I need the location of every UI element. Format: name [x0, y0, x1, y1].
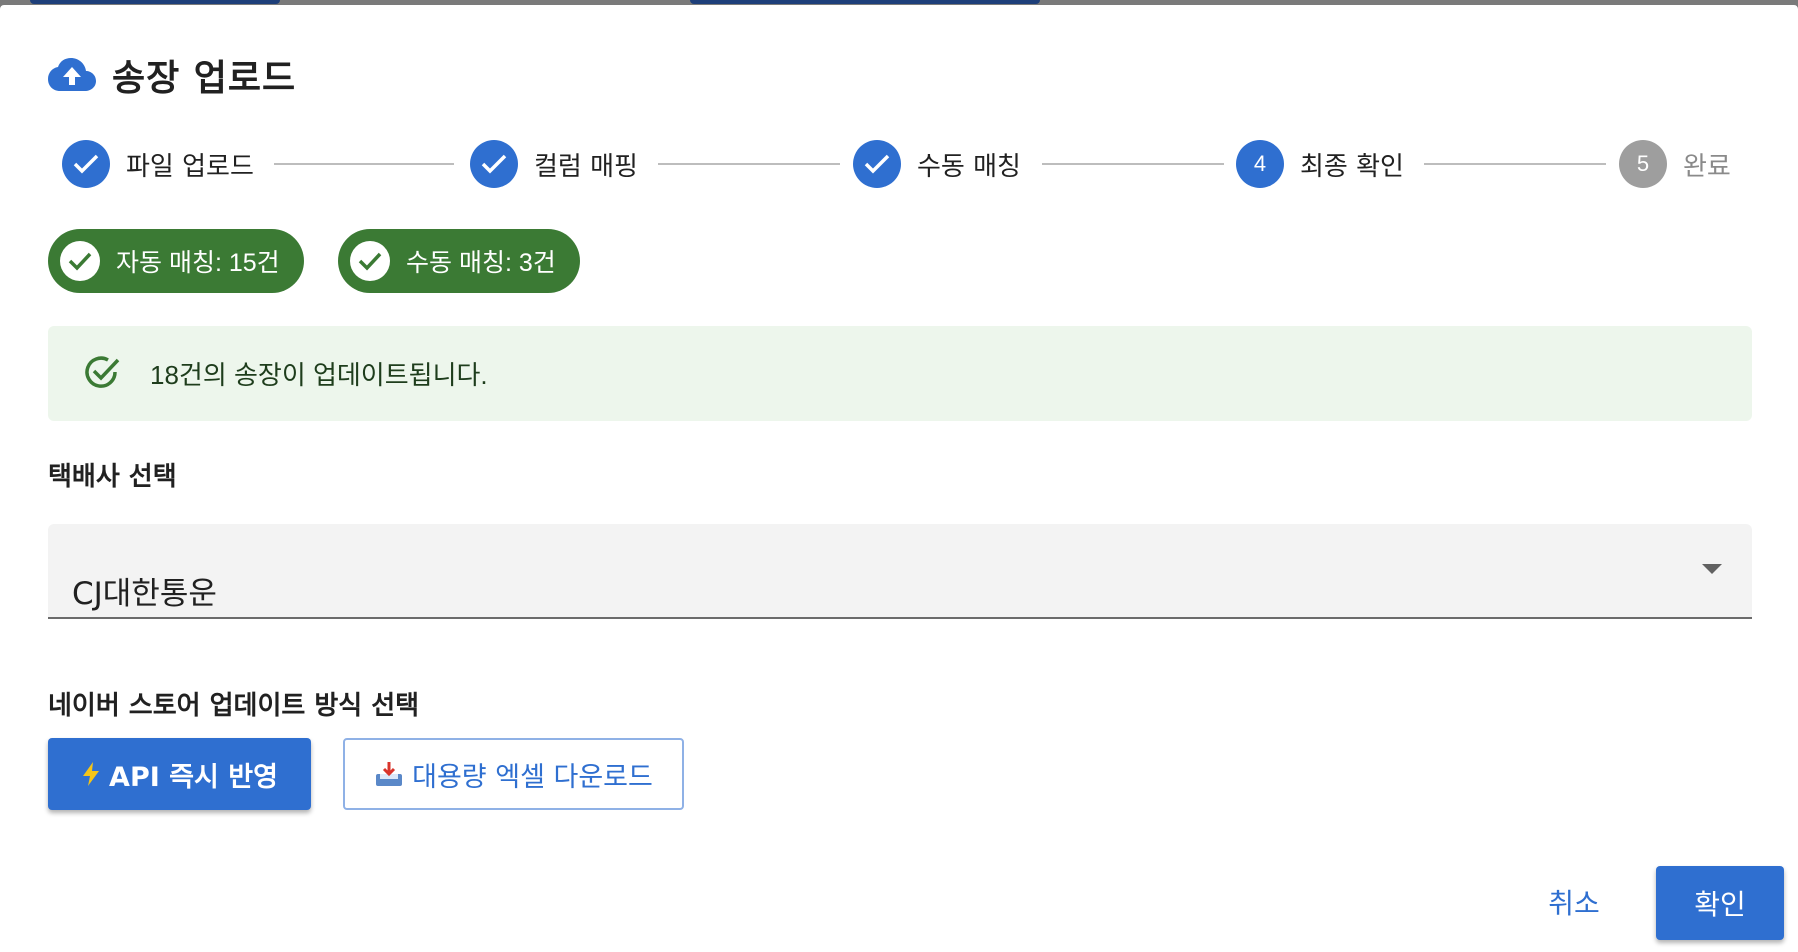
inbox-tray-icon	[374, 760, 404, 788]
courier-label: 택배사 선택	[48, 462, 177, 492]
dialog-title: 송장 업로드	[112, 58, 297, 99]
step-label: 컬럼 매핑	[534, 151, 638, 182]
check-circle-icon	[60, 241, 100, 281]
confirm-button[interactable]: 확인	[1656, 866, 1784, 940]
step-connector	[274, 163, 454, 165]
step-number: 5	[1619, 140, 1667, 188]
step-number: 4	[1236, 140, 1284, 188]
excel-download-button[interactable]: 대용량 엑셀 다운로드	[343, 738, 684, 810]
excel-button-label: 대용량 엑셀 다운로드	[412, 761, 653, 793]
dropdown-arrow-icon	[1702, 564, 1722, 574]
step-connector	[1424, 163, 1606, 165]
chip-label: 수동 매칭: 3건	[406, 249, 556, 277]
step-connector	[1042, 163, 1224, 165]
step-file-upload: 파일 업로드	[62, 139, 254, 189]
manual-match-chip: 수동 매칭: 3건	[338, 229, 580, 293]
step-connector	[658, 163, 840, 165]
auto-match-chip: 자동 매칭: 15건	[48, 229, 304, 293]
step-label: 최종 확인	[1300, 151, 1404, 182]
dialog-header: 송장 업로드	[48, 49, 296, 101]
step-final-confirm: 4 최종 확인	[1236, 139, 1404, 189]
check-circle-outline-icon	[82, 352, 122, 396]
check-icon	[62, 140, 110, 188]
courier-select[interactable]: CJ대한통운	[48, 524, 1752, 619]
step-complete: 5 완료	[1619, 139, 1731, 189]
check-icon	[853, 140, 901, 188]
check-icon	[470, 140, 518, 188]
cancel-button[interactable]: 취소	[1532, 866, 1616, 938]
step-label: 수동 매칭	[917, 151, 1021, 182]
stepper: 파일 업로드 컬럼 매핑 수동 매칭 4 최종 확인 5 완료	[62, 139, 1752, 189]
step-label: 완료	[1683, 151, 1731, 182]
step-label: 파일 업로드	[126, 151, 254, 182]
chip-label: 자동 매칭: 15건	[116, 249, 280, 277]
alert-message: 18건의 송장이 업데이트됩니다.	[150, 360, 488, 390]
success-alert: 18건의 송장이 업데이트됩니다.	[48, 326, 1752, 421]
check-circle-icon	[350, 241, 390, 281]
invoice-upload-dialog: 송장 업로드 파일 업로드 컬럼 매핑 수동 매칭 4 최종 확인 5 완료 자…	[0, 5, 1798, 952]
step-column-mapping: 컬럼 매핑	[470, 139, 638, 189]
cloud-upload-icon	[48, 57, 96, 93]
api-update-button[interactable]: API 즉시 반영	[48, 738, 311, 810]
update-method-label: 네이버 스토어 업데이트 방식 선택	[48, 691, 420, 721]
courier-select-value: CJ대한통운	[72, 576, 217, 612]
api-button-label: API 즉시 반영	[109, 761, 278, 793]
step-manual-matching: 수동 매칭	[853, 139, 1021, 189]
lightning-icon	[81, 761, 101, 787]
